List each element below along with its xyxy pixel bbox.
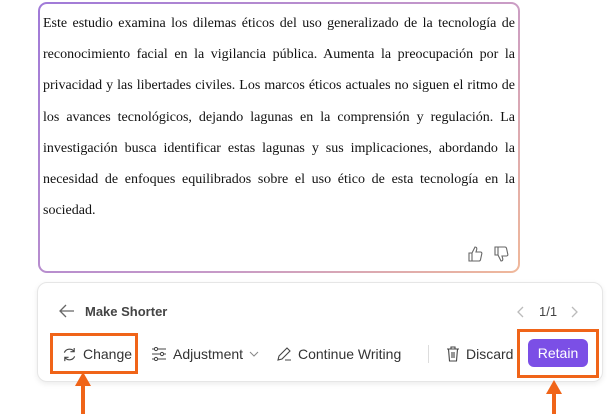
thumbs-down-icon[interactable] xyxy=(493,246,509,262)
pager: 1/1 xyxy=(539,304,558,319)
chevron-down-icon xyxy=(249,351,259,357)
pen-icon xyxy=(277,347,291,361)
continue-writing-label: Continue Writing xyxy=(298,346,402,362)
discard-button[interactable]: Discard xyxy=(446,344,513,364)
arrow-up-icon xyxy=(75,372,91,386)
divider xyxy=(428,345,429,363)
next-icon[interactable] xyxy=(570,306,578,318)
continue-writing-button[interactable]: Continue Writing xyxy=(276,344,401,364)
discard-label: Discard xyxy=(466,346,514,362)
prev-icon[interactable] xyxy=(517,306,525,318)
sliders-icon xyxy=(152,347,166,361)
result-card: Este estudio examina los dilemas éticos … xyxy=(38,2,520,273)
arrow-up-icon xyxy=(546,380,562,394)
panel-title: Make Shorter xyxy=(85,304,168,319)
thumbs-up-icon[interactable] xyxy=(467,246,483,262)
arrow-shaft xyxy=(552,393,556,414)
adjustment-dropdown[interactable]: Adjustment xyxy=(151,344,259,364)
adjustment-label: Adjustment xyxy=(173,346,244,362)
arrow-shaft xyxy=(81,385,85,414)
back-arrow-icon[interactable] xyxy=(59,304,75,318)
result-text: Este estudio examina los dilemas éticos … xyxy=(43,16,515,219)
highlight-retain xyxy=(517,329,599,378)
highlight-change xyxy=(50,333,138,374)
trash-icon xyxy=(447,346,459,362)
